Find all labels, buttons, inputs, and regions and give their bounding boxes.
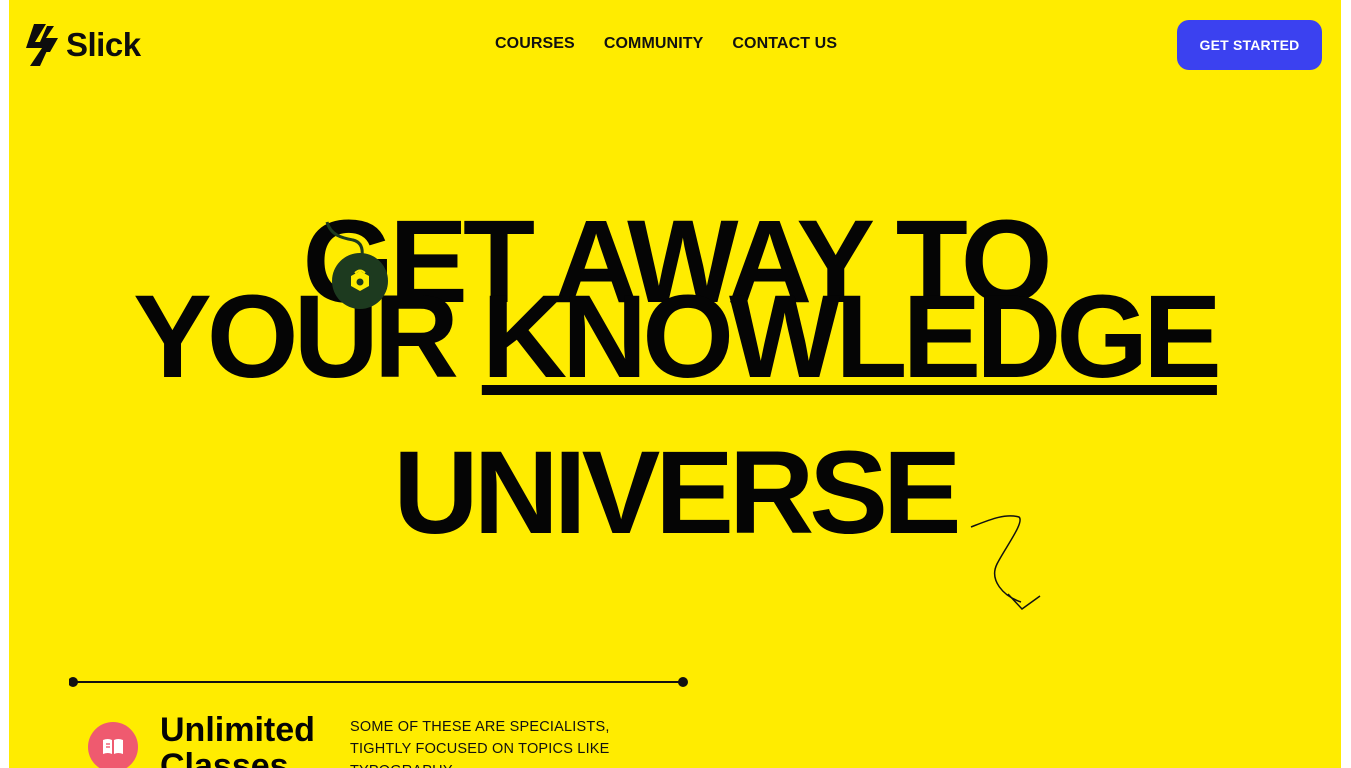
hero-line-2-text: YOUR (133, 271, 482, 403)
timeline-divider (69, 677, 688, 687)
brand-logo[interactable]: Slick (26, 24, 141, 66)
nav-link-community[interactable]: COMMUNITY (604, 34, 704, 54)
hero-badge (332, 253, 388, 309)
hero-highlight: KNOWLEDGE (481, 271, 1222, 403)
hero-line-2: YOUR KNOWLEDGE (9, 272, 1341, 402)
bolt-icon (26, 24, 58, 66)
book-icon (103, 739, 123, 754)
feature-icon-circle (88, 722, 138, 768)
badge-icon (351, 269, 369, 291)
get-started-button[interactable]: GET STARTED (1177, 20, 1322, 70)
feature-title: Unlimited Classes (160, 711, 315, 768)
main-nav: COURSES COMMUNITY CONTACT US (495, 34, 837, 54)
nav-link-courses[interactable]: COURSES (495, 34, 575, 54)
hero-line-3: UNIVERSE (393, 427, 961, 559)
landing-page: Slick COURSES COMMUNITY CONTACT US GET S… (9, 0, 1341, 768)
nav-link-contact-us[interactable]: CONTACT US (732, 34, 837, 54)
brand-name: Slick (66, 26, 141, 63)
feature-description: SOME OF THESE ARE SPECIALISTS, TIGHTLY F… (350, 719, 610, 768)
